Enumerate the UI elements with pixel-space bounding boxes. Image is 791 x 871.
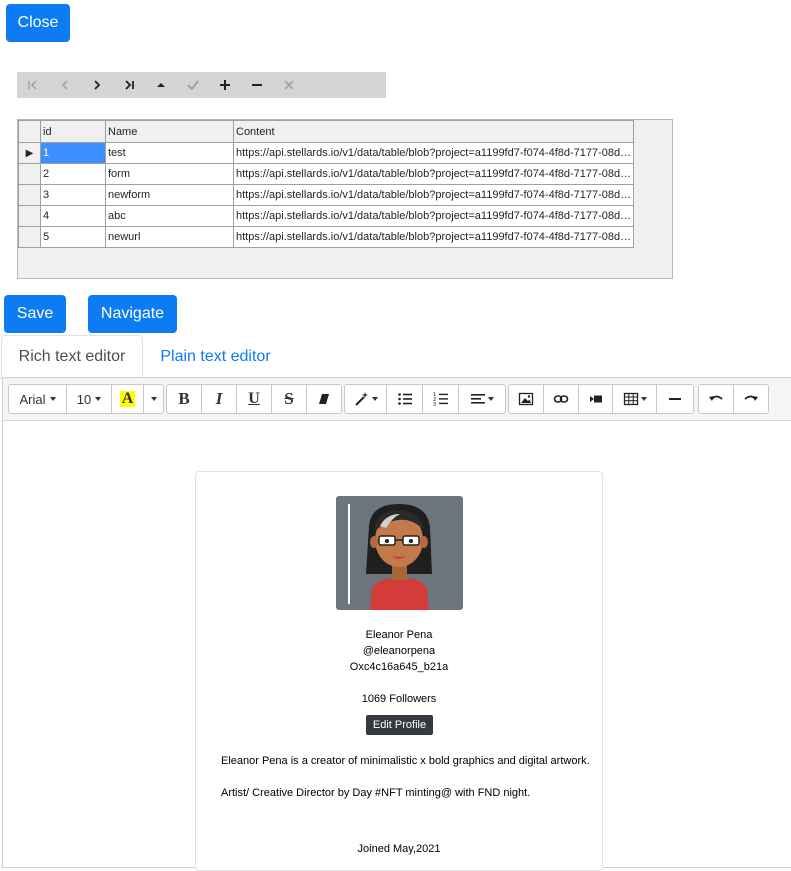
profile-bio-line2: Artist/ Creative Director by Day #NFT mi… <box>221 787 531 799</box>
cell-content[interactable]: https://api.stellards.io/v1/data/table/b… <box>233 184 634 206</box>
cell-content[interactable]: https://api.stellards.io/v1/data/table/b… <box>233 163 634 185</box>
current-row-indicator-icon[interactable]: ▶ <box>18 142 41 164</box>
table-row[interactable]: 5 newurl https://api.stellards.io/v1/data/… <box>18 226 634 248</box>
chevron-down-icon <box>640 397 647 401</box>
row-header[interactable] <box>18 163 41 185</box>
row-header[interactable] <box>18 184 41 206</box>
grid-new-row-header <box>18 254 40 278</box>
minus-icon[interactable] <box>241 72 273 98</box>
profile-followers: 1069 Followers <box>361 693 437 705</box>
profile-joined: Joined May,2021 <box>357 843 441 855</box>
editor-tabs: Rich text editor Plain text editor <box>0 335 791 379</box>
font-family-dropdown[interactable]: Arial <box>9 385 67 413</box>
chevron-down-icon <box>150 397 157 401</box>
avatar <box>336 496 463 610</box>
italic-icon[interactable]: I <box>202 385 237 413</box>
link-icon[interactable] <box>544 385 579 413</box>
cell-id[interactable]: 4 <box>40 205 106 227</box>
profile-wallet: Oxc4c16a645_b21a <box>349 661 449 673</box>
last-record-icon[interactable] <box>113 72 145 98</box>
cell-name[interactable]: form <box>105 163 234 185</box>
cell-content[interactable]: https://api.stellards.io/v1/data/table/b… <box>233 205 634 227</box>
row-header[interactable] <box>18 205 41 227</box>
profile-card: Eleanor Pena @eleanorpena Oxc4c16a645_b2… <box>195 471 603 871</box>
chevron-down-icon <box>49 397 56 401</box>
image-icon[interactable] <box>509 385 544 413</box>
table-row[interactable]: 4 abc https://api.stellards.io/v1/data/tab… <box>18 205 634 227</box>
cell-id[interactable]: 2 <box>40 163 106 185</box>
edit-profile-button[interactable]: Edit Profile <box>366 715 433 735</box>
cell-id[interactable]: 1 <box>40 142 106 164</box>
chevron-down-icon <box>95 397 102 401</box>
cell-id[interactable]: 5 <box>40 226 106 248</box>
table-row[interactable]: 2 form https://api.stellards.io/v1/data/ta… <box>18 163 634 185</box>
plus-icon[interactable] <box>209 72 241 98</box>
align-icon[interactable] <box>459 385 505 413</box>
highlight-color-button[interactable]: A <box>112 385 144 413</box>
save-button[interactable]: Save <box>4 295 66 333</box>
font-size-dropdown[interactable]: 10 <box>67 385 112 413</box>
font-group: Arial 10 A <box>8 384 164 414</box>
chevron-down-icon <box>488 397 494 401</box>
first-record-icon[interactable] <box>17 72 49 98</box>
undo-icon[interactable] <box>699 385 734 413</box>
prev-record-icon[interactable] <box>49 72 81 98</box>
cell-name[interactable]: newform <box>105 184 234 206</box>
cell-name[interactable]: test <box>105 142 234 164</box>
bold-icon[interactable]: B <box>167 385 202 413</box>
magic-wand-icon[interactable] <box>345 385 387 413</box>
navigate-button[interactable]: Navigate <box>88 295 177 333</box>
history-group <box>698 384 769 414</box>
profile-handle: @eleanorpena <box>362 645 436 657</box>
numbered-list-icon[interactable]: 123 <box>423 385 459 413</box>
table-icon[interactable] <box>613 385 657 413</box>
font-family-value: Arial <box>19 391 46 407</box>
strikethrough-icon[interactable]: S <box>272 385 307 413</box>
record-navigator <box>17 72 386 98</box>
cancel-x-icon[interactable] <box>273 72 305 98</box>
table-row[interactable]: 3 newform https://api.stellards.io/v1/data… <box>18 184 634 206</box>
tab-rich-text-editor[interactable]: Rich text editor <box>1 335 143 378</box>
next-record-icon[interactable] <box>81 72 113 98</box>
highlight-color-dropdown[interactable] <box>144 385 163 413</box>
column-header-content[interactable]: Content <box>233 120 634 143</box>
redo-icon[interactable] <box>734 385 768 413</box>
horizontal-rule-icon[interactable] <box>657 385 693 413</box>
close-button[interactable]: Close <box>6 4 70 42</box>
cell-content[interactable]: https://api.stellards.io/v1/data/table/b… <box>233 142 634 164</box>
underline-icon[interactable]: U <box>237 385 272 413</box>
svg-text:3: 3 <box>433 402 436 407</box>
column-header-name[interactable]: Name <box>105 120 234 143</box>
move-up-icon[interactable] <box>145 72 177 98</box>
column-header-id[interactable]: id <box>40 120 106 143</box>
eraser-icon[interactable] <box>307 385 341 413</box>
text-style-group: B I U S <box>166 384 342 414</box>
font-size-value: 10 <box>76 391 92 407</box>
check-icon[interactable] <box>177 72 209 98</box>
cell-name[interactable]: newurl <box>105 226 234 248</box>
tab-plain-text-editor[interactable]: Plain text editor <box>143 335 288 378</box>
grid-corner <box>18 120 41 143</box>
profile-bio-line1: Eleanor Pena is a creator of minimalisti… <box>221 755 590 767</box>
cell-content[interactable]: https://api.stellards.io/v1/data/table/b… <box>233 226 634 248</box>
paragraph-group: 123 <box>344 384 506 414</box>
profile-name: Eleanor Pena <box>365 629 433 641</box>
video-icon[interactable] <box>579 385 613 413</box>
insert-group <box>508 384 694 414</box>
highlight-color-icon: A <box>119 390 136 407</box>
cell-name[interactable]: abc <box>105 205 234 227</box>
data-grid: id Name Content ▶ 1 test https://api.stella… <box>17 119 673 279</box>
table-row[interactable]: ▶ 1 test https://api.stellards.io/v1/data/t… <box>18 142 634 164</box>
row-header[interactable] <box>18 226 41 248</box>
cell-id[interactable]: 3 <box>40 184 106 206</box>
editor-toolbar: Arial 10 A B I U S 1 2 3 <box>3 378 791 421</box>
chevron-down-icon <box>371 397 378 401</box>
bullet-list-icon[interactable] <box>387 385 423 413</box>
